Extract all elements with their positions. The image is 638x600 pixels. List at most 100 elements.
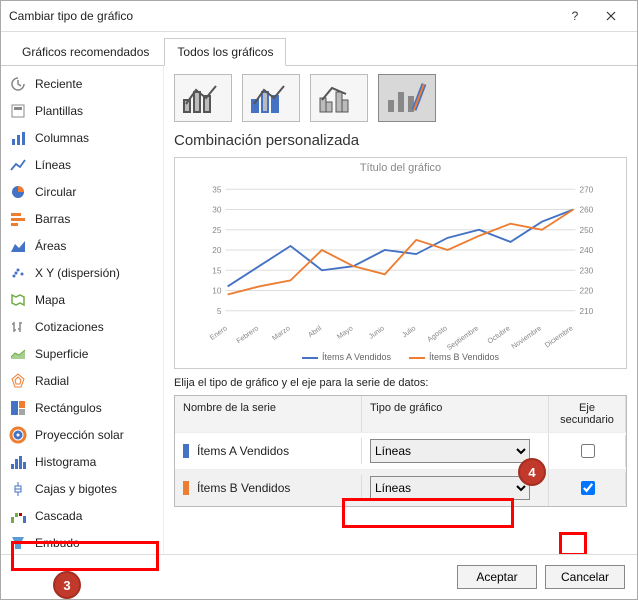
- svg-text:260: 260: [580, 206, 594, 215]
- change-chart-type-dialog: Cambiar tipo de gráfico ? Gráficos recom…: [0, 0, 638, 600]
- legend-item-a: Ítems A Vendidos: [302, 352, 391, 362]
- surface-icon: [9, 345, 27, 363]
- sidebar-item-label: Cascada: [35, 509, 82, 523]
- sidebar-item-label: Rectángulos: [35, 401, 102, 415]
- sidebar-item-label: Histograma: [35, 455, 96, 469]
- ok-button[interactable]: Aceptar: [457, 565, 537, 589]
- svg-text:250: 250: [580, 226, 594, 235]
- help-button[interactable]: ?: [557, 2, 593, 30]
- subtype-thumb-custom[interactable]: [378, 74, 436, 122]
- sidebar-item-sunburst[interactable]: Proyección solar: [1, 421, 163, 448]
- svg-text:Enero: Enero: [208, 323, 229, 341]
- svg-text:Agosto: Agosto: [425, 323, 449, 343]
- sidebar-item-label: Reciente: [35, 77, 82, 91]
- svg-text:Abril: Abril: [306, 323, 323, 339]
- svg-text:270: 270: [580, 185, 594, 194]
- scatter-icon: [9, 264, 27, 282]
- template-icon: [9, 102, 27, 120]
- area-icon: [9, 237, 27, 255]
- svg-text:25: 25: [212, 226, 222, 235]
- svg-text:5: 5: [217, 307, 222, 316]
- sidebar-item-column[interactable]: Columnas: [1, 124, 163, 151]
- sidebar-item-map[interactable]: Mapa: [1, 286, 163, 313]
- svg-text:Septiembre: Septiembre: [445, 323, 480, 351]
- svg-text:30: 30: [212, 206, 222, 215]
- sidebar-item-label: Circular: [35, 185, 76, 199]
- series-row[interactable]: Ítems A VendidosLíneas: [175, 432, 626, 469]
- chart-preview[interactable]: Título del gráfico 510152025303521022023…: [174, 157, 627, 369]
- sidebar-item-recent[interactable]: Reciente: [1, 70, 163, 97]
- svg-text:240: 240: [580, 246, 594, 255]
- sidebar-item-label: Barras: [35, 212, 70, 226]
- sidebar-item-area[interactable]: Áreas: [1, 232, 163, 259]
- close-button[interactable]: [593, 2, 629, 30]
- sidebar-item-scatter[interactable]: X Y (dispersión): [1, 259, 163, 286]
- sidebar-item-funnel[interactable]: Embudo: [1, 529, 163, 554]
- sidebar-item-boxwhisker[interactable]: Cajas y bigotes: [1, 475, 163, 502]
- secondary-axis-cell: [549, 435, 626, 467]
- sidebar-item-pie[interactable]: Circular: [1, 178, 163, 205]
- recent-icon: [9, 75, 27, 93]
- sidebar-item-template[interactable]: Plantillas: [1, 97, 163, 124]
- sidebar-item-histogram[interactable]: Histograma: [1, 448, 163, 475]
- dialog-body: Reciente Plantillas Columnas Líneas Circular…: [1, 66, 637, 554]
- sidebar-item-label: Mapa: [35, 293, 65, 307]
- subtype-thumb-2[interactable]: [242, 74, 300, 122]
- sidebar-item-surface[interactable]: Superficie: [1, 340, 163, 367]
- sidebar-item-label: Plantillas: [35, 104, 83, 118]
- tab-strip: Gráficos recomendados Todos los gráficos: [1, 32, 637, 66]
- series-grid-header: Nombre de la serie Tipo de gráfico Eje s…: [175, 396, 626, 432]
- subtype-heading: Combinación personalizada: [174, 132, 627, 149]
- chart-title: Título del gráfico: [175, 162, 626, 174]
- svg-text:Julio: Julio: [400, 323, 417, 339]
- tab-recommended[interactable]: Gráficos recomendados: [9, 38, 162, 65]
- series-name-cell: Ítems B Vendidos: [175, 475, 362, 502]
- pie-icon: [9, 183, 27, 201]
- subtype-thumb-3[interactable]: [310, 74, 368, 122]
- legend-item-b: Ítems B Vendidos: [409, 352, 499, 362]
- subtype-thumb-1[interactable]: [174, 74, 232, 122]
- series-type-cell: Líneas: [362, 470, 549, 506]
- chart-category-sidebar: Reciente Plantillas Columnas Líneas Circular…: [1, 66, 164, 554]
- sidebar-item-treemap[interactable]: Rectángulos: [1, 394, 163, 421]
- svg-text:35: 35: [212, 185, 222, 194]
- line-icon: [9, 156, 27, 174]
- subtype-thumbnails: [174, 74, 627, 122]
- radar-icon: [9, 372, 27, 390]
- sidebar-item-label: Superficie: [35, 347, 88, 361]
- sidebar-item-label: Líneas: [35, 158, 71, 172]
- col-series-name: Nombre de la serie: [175, 396, 362, 432]
- sidebar-item-label: Áreas: [35, 239, 66, 253]
- secondary-axis-checkbox[interactable]: [581, 444, 595, 458]
- sidebar-item-label: Radial: [35, 374, 69, 388]
- treemap-icon: [9, 399, 27, 417]
- sidebar-item-label: Columnas: [35, 131, 89, 145]
- sidebar-item-line[interactable]: Líneas: [1, 151, 163, 178]
- series-type-cell: Líneas: [362, 433, 549, 469]
- sunburst-icon: [9, 426, 27, 444]
- chart-type-dropdown[interactable]: Líneas: [370, 476, 530, 500]
- series-row[interactable]: Ítems B Vendidos Líneas: [175, 469, 626, 506]
- series-grid: Nombre de la serie Tipo de gráfico Eje s…: [174, 395, 627, 507]
- column-icon: [9, 129, 27, 147]
- main-panel: Combinación personalizada Título del grá…: [164, 66, 637, 554]
- svg-text:Mayo: Mayo: [335, 323, 355, 340]
- svg-text:210: 210: [580, 307, 594, 316]
- secondary-axis-cell: [549, 472, 626, 504]
- sidebar-item-label: Proyección solar: [35, 428, 124, 442]
- sidebar-item-radar[interactable]: Radial: [1, 367, 163, 394]
- sidebar-item-waterfall[interactable]: Cascada: [1, 502, 163, 529]
- tab-all-charts[interactable]: Todos los gráficos: [164, 38, 286, 66]
- svg-text:20: 20: [212, 246, 222, 255]
- svg-text:Marzo: Marzo: [270, 323, 292, 342]
- cancel-button[interactable]: Cancelar: [545, 565, 625, 589]
- chart-type-dropdown[interactable]: Líneas: [370, 439, 530, 463]
- secondary-axis-checkbox[interactable]: [581, 481, 595, 495]
- histogram-icon: [9, 453, 27, 471]
- chart-legend: Ítems A Vendidos Ítems B Vendidos: [175, 352, 626, 362]
- svg-text:Octubre: Octubre: [486, 323, 512, 345]
- sidebar-item-stock[interactable]: Cotizaciones: [1, 313, 163, 340]
- sidebar-item-bar[interactable]: Barras: [1, 205, 163, 232]
- waterfall-icon: [9, 507, 27, 525]
- chart-plot-area: 5101520253035210220230240250260270EneroF…: [205, 180, 596, 320]
